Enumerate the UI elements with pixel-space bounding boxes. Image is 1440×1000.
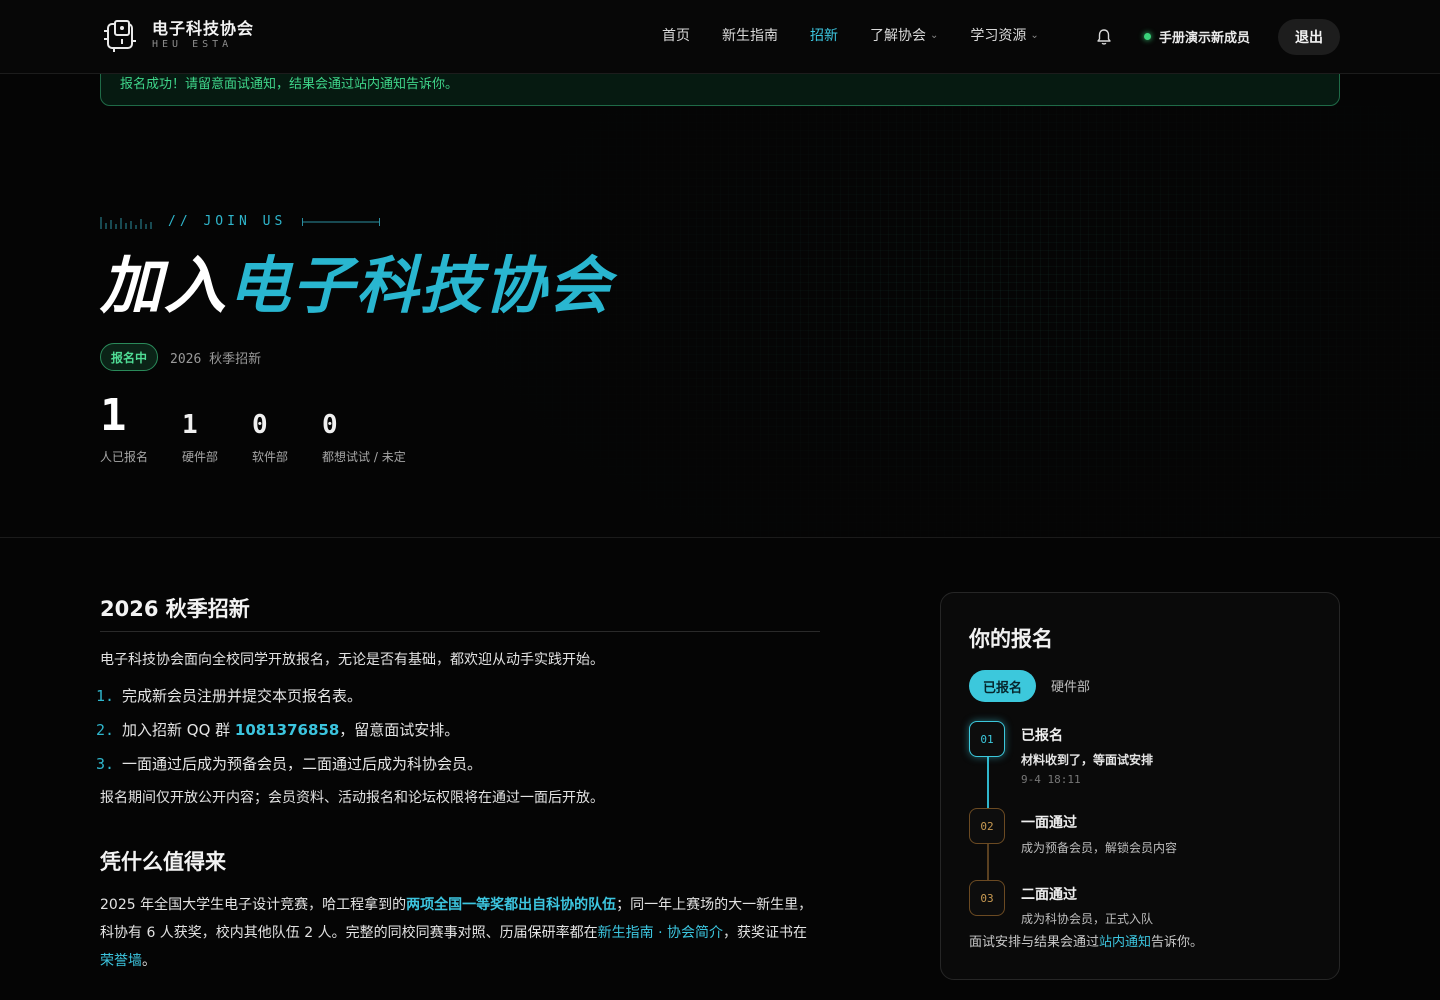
- recruit-article: 2026 秋季招新 电子科技协会面向全校同学开放报名，无论是否有基础，都欢迎从动…: [96, 594, 820, 975]
- notice-paragraph: 报名期间仅开放公开内容；会员资料、活动报名和论坛权限将在通过一面后开放。: [100, 790, 604, 806]
- nav-recruitment[interactable]: 招新: [810, 26, 838, 46]
- join-us-tag: // JOIN US: [168, 214, 287, 229]
- user-menu[interactable]: 手册演示新成员: [1144, 27, 1250, 46]
- brand-text: 电子科技协会 HEU ESTA: [152, 19, 254, 51]
- steps-list: 1. 完成新会员注册并提交本页报名表。 2. 加入招新 QQ 群 1081376…: [96, 686, 820, 774]
- footer-text-before: 面试安排与结果会通过: [969, 935, 1100, 950]
- online-status-dot: [1144, 33, 1151, 40]
- signal-bars-icon: [100, 216, 152, 229]
- list-item: 2. 加入招新 QQ 群 1081376858，留意面试安排。: [96, 720, 820, 740]
- step-number: 2.: [96, 721, 115, 739]
- why-paragraph: 2025 年全国大学生电子设计竞赛，哈工程拿到的两项全国一等奖都出自科协的队伍；…: [100, 891, 820, 975]
- decorative-line: [302, 217, 381, 226]
- stat-hardware-value: 1: [182, 410, 198, 440]
- application-footer: 面试安排与结果会通过站内通知告诉你。: [969, 931, 1203, 950]
- hero-title: 加入电子科技协会: [100, 246, 612, 326]
- section-heading-recruit: 2026 秋季招新: [100, 597, 250, 621]
- step-description: 材料收到了，等面试安排: [1021, 753, 1154, 767]
- logout-button[interactable]: 退出: [1278, 19, 1340, 55]
- section-divider: [100, 631, 820, 632]
- chevron-down-icon: ⌄: [1030, 30, 1039, 41]
- step-title: 二面通过: [1021, 887, 1077, 903]
- link-about-association[interactable]: 协会简介: [667, 925, 723, 941]
- stat-software: 0 软件部: [252, 412, 288, 465]
- nav-about-label: 了解协会: [870, 28, 926, 44]
- section-heading-why: 凭什么值得来: [100, 850, 226, 874]
- stat-total-label: 人已报名: [100, 450, 149, 464]
- step-index-badge: 03: [969, 880, 1005, 916]
- application-status-pill: 已报名: [969, 670, 1037, 702]
- step-text: 一面通过后成为预备会员，二面通过后成为科协会员。: [122, 755, 483, 773]
- application-card-title: 你的报名: [969, 627, 1053, 651]
- stat-undecided: 0 都想试试 / 未定: [322, 412, 406, 465]
- qq-group-number[interactable]: 1081376858: [235, 721, 339, 739]
- why-text-1: 2025 年全国大学生电子设计竞赛，哈工程拿到的: [100, 897, 407, 913]
- brand[interactable]: 电子科技协会 HEU ESTA: [102, 17, 254, 53]
- main-nav: 首页 新生指南 招新 了解协会 ⌄ 学习资源 ⌄: [662, 26, 1071, 46]
- bell-icon[interactable]: [1096, 28, 1112, 46]
- nav-home-label: 首页: [662, 28, 690, 44]
- nav-freshman-guide[interactable]: 新生指南: [722, 26, 778, 46]
- step-number: 1.: [96, 687, 115, 705]
- hero-title-plain: 加入: [100, 249, 229, 322]
- nav-recruitment-label: 招新: [810, 28, 838, 44]
- nav-freshman-guide-label: 新生指南: [722, 28, 778, 44]
- why-text-3: ，获奖证书在: [722, 925, 807, 941]
- stat-software-value: 0: [252, 410, 268, 440]
- status-badge: 报名中: [100, 343, 159, 371]
- link-honor-wall[interactable]: 荣誉墙: [100, 953, 142, 969]
- stat-undecided-label: 都想试试 / 未定: [322, 450, 406, 464]
- join-tag-row: // JOIN US: [100, 214, 381, 229]
- nav-resources-label: 学习资源: [970, 28, 1027, 44]
- nav-resources[interactable]: 学习资源 ⌄: [970, 26, 1038, 46]
- step-text-after: ，留意面试安排。: [339, 721, 460, 739]
- hero-section: // JOIN US 加入电子科技协会 报名中 2026 秋季招新 1 人已报名…: [0, 106, 1440, 538]
- why-highlight: 两项全国一等奖都出自科协的队伍: [406, 897, 617, 913]
- chevron-down-icon: ⌄: [930, 30, 939, 41]
- nav-home[interactable]: 首页: [662, 26, 690, 46]
- signup-stats: 1 人已报名 1 硬件部 0 软件部 0 都想试试 / 未定: [100, 394, 440, 465]
- step-title: 一面通过: [1021, 815, 1077, 831]
- nav-about[interactable]: 了解协会 ⌄: [870, 26, 938, 46]
- list-item: 1. 完成新会员注册并提交本页报名表。: [96, 686, 820, 706]
- list-item: 3. 一面通过后成为预备会员，二面通过后成为科协会员。: [96, 754, 820, 774]
- link-freshman-guide[interactable]: 新生指南: [598, 925, 654, 941]
- intro-paragraph: 电子科技协会面向全校同学开放报名，无论是否有基础，都欢迎从动手实践开始。: [100, 652, 604, 668]
- user-name: 手册演示新成员: [1159, 31, 1251, 46]
- step-text-before: 加入招新 QQ 群: [122, 721, 235, 739]
- progress-line-pending: [987, 843, 989, 881]
- brand-subtitle: HEU ESTA: [152, 39, 233, 50]
- application-department: 硬件部: [1051, 680, 1091, 695]
- footer-text-after: 告诉你。: [1151, 935, 1204, 950]
- step-description: 成为科协会员，正式入队: [1021, 912, 1154, 926]
- application-card: 你的报名 已报名 硬件部 01 已报名 材料收到了，等面试安排 9-4 18:1…: [940, 592, 1340, 980]
- recruit-status-row: 报名中 2026 秋季招新: [100, 343, 261, 371]
- stat-software-label: 软件部: [252, 450, 289, 464]
- stat-undecided-value: 0: [322, 410, 338, 440]
- step-title: 已报名: [1021, 728, 1063, 744]
- stat-total-value: 1: [100, 390, 127, 441]
- step-index-badge: 01: [969, 721, 1005, 757]
- hero-title-accent: 电子科技协会: [228, 249, 613, 322]
- why-text-4: 。: [142, 953, 156, 969]
- success-banner-text: 报名成功！请留意面试通知，结果会通过站内通知告诉你。: [120, 77, 459, 92]
- step-timestamp: 9-4 18:11: [1021, 773, 1081, 786]
- circuit-logo-icon: [104, 20, 136, 52]
- step-number: 3.: [96, 755, 115, 773]
- step-text: 完成新会员注册并提交本页报名表。: [122, 687, 363, 705]
- stat-hardware: 1 硬件部: [182, 412, 218, 465]
- link-site-notification[interactable]: 站内通知: [1099, 935, 1151, 950]
- brand-name: 电子科技协会: [152, 19, 255, 38]
- step-description: 成为预备会员，解锁会员内容: [1021, 841, 1178, 855]
- stat-total: 1 人已报名: [100, 394, 148, 465]
- step-text: 加入招新 QQ 群 1081376858，留意面试安排。: [122, 720, 459, 740]
- link-separator: ·: [653, 925, 667, 941]
- step-index-badge: 02: [969, 808, 1005, 844]
- stat-hardware-label: 硬件部: [182, 450, 219, 464]
- recruit-term: 2026 秋季招新: [170, 351, 262, 367]
- top-navbar: 电子科技协会 HEU ESTA 首页 新生指南 招新 了解协会 ⌄ 学习资源 ⌄ 手…: [0, 0, 1440, 74]
